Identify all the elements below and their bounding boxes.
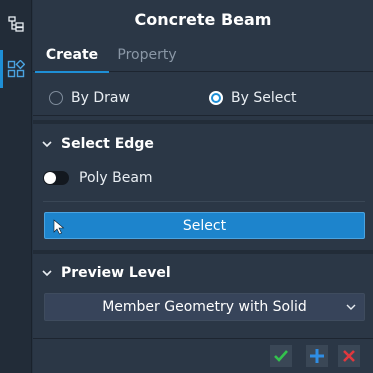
plus-icon — [310, 349, 324, 363]
select-button[interactable]: Select — [44, 212, 365, 239]
toggle-label: Poly Beam — [79, 170, 153, 186]
components-button[interactable] — [0, 50, 32, 88]
section-header-select-edge[interactable]: Select Edge — [33, 130, 373, 158]
radio-checked-icon — [209, 91, 223, 105]
preview-level-dropdown[interactable]: Member Geometry with Solid — [44, 293, 365, 321]
radio-unchecked-icon — [49, 91, 63, 105]
tab-property[interactable]: Property — [109, 38, 185, 72]
action-footer — [33, 338, 373, 373]
app-window: Concrete Beam Create Property By Draw By… — [0, 0, 373, 373]
close-icon — [343, 350, 355, 362]
mode-radio-group: By Draw By Select — [33, 80, 373, 116]
section-title: Select Edge — [61, 136, 154, 152]
components-icon — [7, 60, 25, 78]
check-icon — [274, 350, 288, 362]
chevron-down-icon — [346, 304, 356, 310]
select-button-label: Select — [182, 217, 227, 234]
radio-label: By Draw — [71, 90, 130, 106]
tab-create[interactable]: Create — [35, 38, 109, 73]
section-header-preview-level[interactable]: Preview Level — [33, 259, 373, 287]
radio-label: By Select — [231, 90, 297, 106]
chevron-down-icon — [33, 269, 61, 277]
poly-beam-toggle[interactable] — [43, 171, 69, 185]
section-divider — [33, 120, 373, 124]
radio-by-draw[interactable]: By Draw — [49, 88, 130, 108]
cursor-arrow-icon — [53, 219, 65, 235]
tree-view-button[interactable] — [0, 5, 32, 43]
radio-by-select[interactable]: By Select — [209, 88, 297, 108]
section-title: Preview Level — [61, 265, 171, 281]
add-button[interactable] — [306, 345, 328, 367]
dropdown-value: Member Geometry with Solid — [102, 299, 307, 315]
ok-button[interactable] — [270, 345, 292, 367]
section-divider — [33, 250, 373, 254]
tree-view-icon — [8, 16, 24, 32]
poly-beam-row: Poly Beam — [43, 168, 153, 188]
left-rail — [0, 0, 32, 373]
divider-line — [43, 201, 365, 202]
close-button[interactable] — [338, 345, 360, 367]
concrete-beam-panel: Concrete Beam Create Property By Draw By… — [33, 0, 373, 373]
panel-title: Concrete Beam — [134, 9, 272, 29]
chevron-down-icon — [33, 140, 61, 148]
tab-bar: Create Property — [33, 38, 373, 73]
